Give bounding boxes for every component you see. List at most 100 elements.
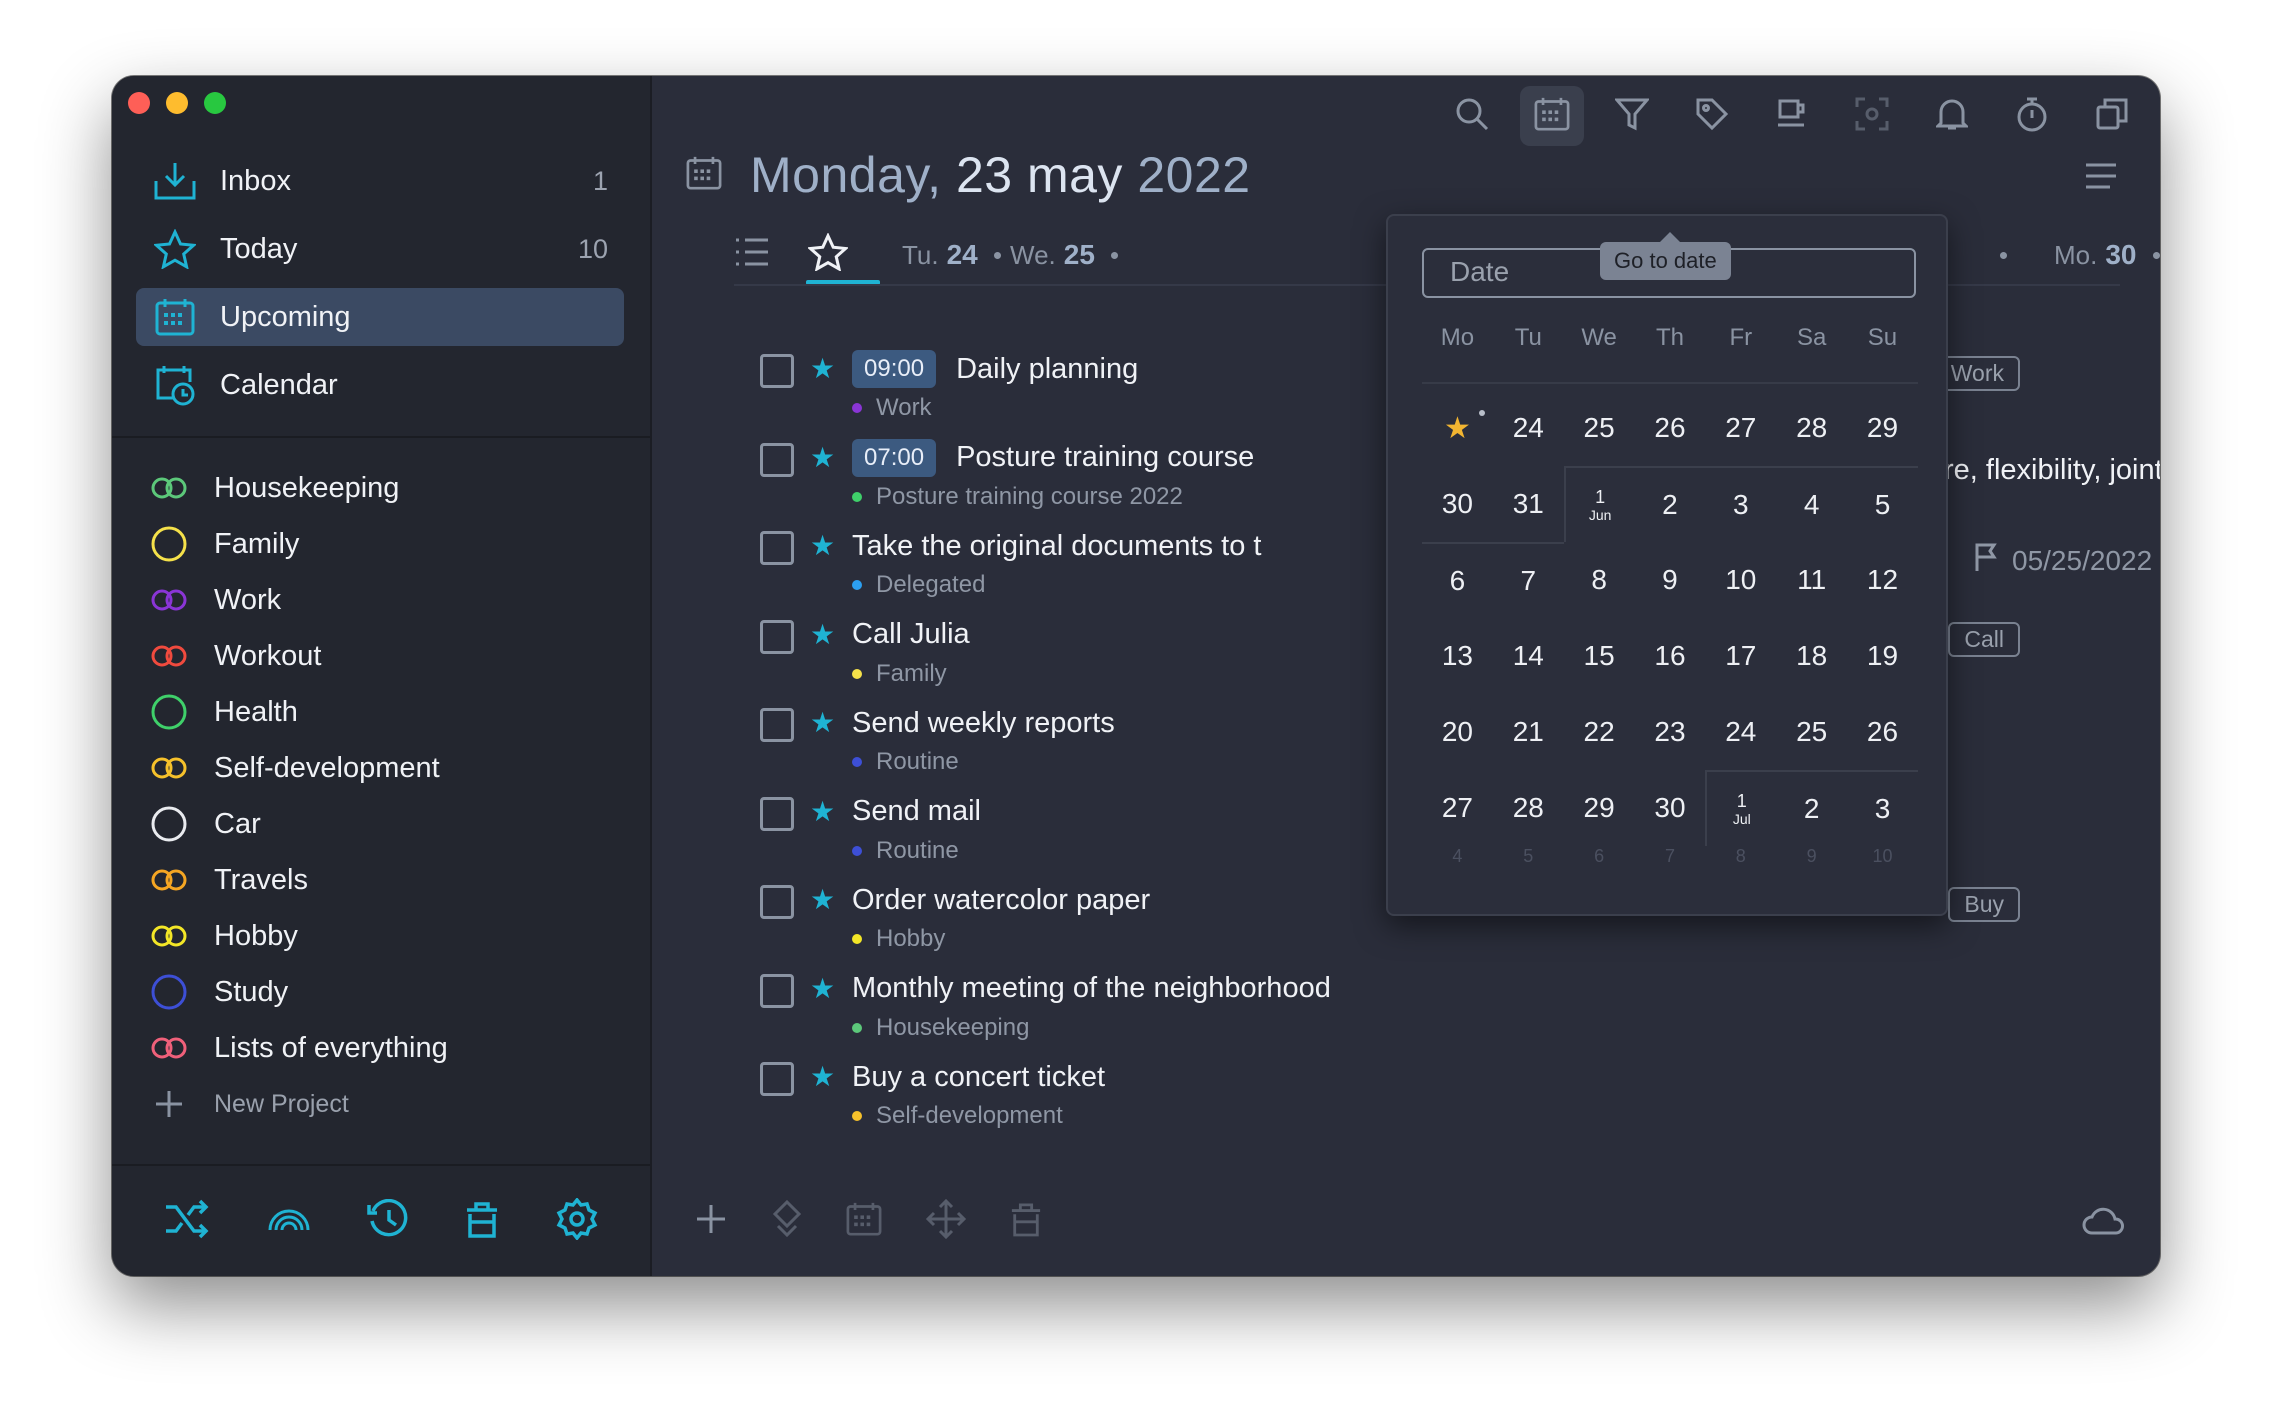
sidebar-project-item[interactable]: Travels xyxy=(146,852,616,908)
calendar-day[interactable]: 1 Jun xyxy=(1563,466,1635,542)
sidebar-project-item[interactable]: Workout xyxy=(146,628,616,684)
task-checkbox[interactable] xyxy=(760,1062,794,1096)
gear-icon[interactable] xyxy=(556,1196,598,1245)
trash-icon[interactable] xyxy=(465,1200,499,1243)
cup-button[interactable] xyxy=(1760,86,1824,146)
calendar-day[interactable]: 2 xyxy=(1634,466,1706,542)
task-checkbox[interactable] xyxy=(760,796,794,831)
calendar-day[interactable]: 29 xyxy=(1847,390,1918,466)
sidebar-project-item[interactable]: Lists of everything xyxy=(146,1020,616,1076)
calendar-day[interactable]: 24 xyxy=(1705,694,1776,770)
move-icon[interactable] xyxy=(772,1199,802,1243)
sidebar-item-upcoming[interactable]: Upcoming xyxy=(136,288,624,346)
tab-list-view[interactable] xyxy=(734,226,770,284)
calendar-day[interactable]: 12 xyxy=(1847,542,1918,618)
calendar-day[interactable]: 25 xyxy=(1564,390,1635,466)
calendar-day[interactable]: 2 xyxy=(1776,770,1848,846)
calendar-button[interactable] xyxy=(1520,86,1584,146)
focus-button[interactable] xyxy=(1840,86,1904,146)
calendar-day[interactable]: 27 xyxy=(1705,390,1776,466)
star-icon[interactable]: ★ xyxy=(810,529,835,562)
sidebar-project-item[interactable]: Self-development xyxy=(146,740,616,796)
task-tag[interactable]: Buy xyxy=(1948,887,2020,922)
rainbow-icon[interactable] xyxy=(267,1206,311,1237)
calendar-day[interactable]: 17 xyxy=(1705,618,1776,694)
task-checkbox[interactable] xyxy=(760,885,794,919)
sidebar-project-item[interactable]: Study xyxy=(146,964,616,1020)
star-icon[interactable]: ★ xyxy=(810,352,835,385)
star-icon[interactable]: ★ xyxy=(810,1060,835,1093)
star-icon[interactable]: ★ xyxy=(810,441,835,474)
calendar-day[interactable]: 30 xyxy=(1635,770,1706,846)
calendar-day[interactable]: 30 xyxy=(1422,466,1493,542)
plus-icon[interactable] xyxy=(694,1202,728,1241)
star-icon[interactable]: ★ xyxy=(810,795,835,828)
calendar-day[interactable]: 9 xyxy=(1776,846,1847,886)
calendar-day[interactable]: 7 xyxy=(1492,542,1564,618)
tab-day-25[interactable]: We. 25 xyxy=(1010,226,1118,284)
tab-day-30[interactable]: Mo. 30 xyxy=(2054,226,2160,284)
task-checkbox[interactable] xyxy=(760,531,794,565)
task-checkbox[interactable] xyxy=(760,354,794,388)
calendar-grid-icon[interactable] xyxy=(686,156,722,195)
zoom-window-button[interactable] xyxy=(204,92,226,114)
task-checkbox[interactable] xyxy=(760,973,794,1008)
calendar-day[interactable]: 21 xyxy=(1493,694,1564,770)
calendar-day[interactable]: 23 xyxy=(1635,694,1706,770)
sidebar-project-item[interactable]: Hobby xyxy=(146,908,616,964)
sidebar-project-item[interactable]: Work xyxy=(146,572,616,628)
calendar-day[interactable]: 3 xyxy=(1847,770,1918,846)
search-button[interactable] xyxy=(1440,86,1504,146)
calendar-day[interactable]: 10 xyxy=(1847,846,1918,886)
task-checkbox[interactable] xyxy=(760,619,794,654)
minimize-window-button[interactable] xyxy=(166,92,188,114)
close-window-button[interactable] xyxy=(128,92,150,114)
sidebar-project-item[interactable]: Car xyxy=(146,796,616,852)
timer-button[interactable] xyxy=(2000,86,2064,146)
calendar-day[interactable]: 11 xyxy=(1776,542,1847,618)
calendar-day[interactable]: 15 xyxy=(1564,618,1635,694)
calendar-day[interactable]: 10 xyxy=(1705,542,1776,618)
calendar-day[interactable]: 5 xyxy=(1847,466,1918,542)
tab-day-24[interactable]: Tu. 24 xyxy=(902,226,1001,284)
calendar-day[interactable]: 29 xyxy=(1564,770,1635,846)
calendar-day[interactable]: 26 xyxy=(1847,694,1918,770)
calendar-day[interactable]: 18 xyxy=(1776,618,1847,694)
shuffle-icon[interactable] xyxy=(164,1199,210,1244)
tab-today[interactable] xyxy=(806,226,850,284)
calendar-day[interactable]: 26 xyxy=(1635,390,1706,466)
star-icon[interactable]: ★ xyxy=(810,618,835,651)
calendar-day[interactable]: 25 xyxy=(1776,694,1847,770)
today-star-icon[interactable]: ★ xyxy=(1422,390,1493,466)
sidebar-project-item[interactable]: Housekeeping xyxy=(146,460,616,516)
sidebar-item-calendar[interactable]: Calendar xyxy=(136,356,624,414)
task-row[interactable]: ★ Monthly meeting of the neighborhood Hous… xyxy=(760,966,2020,1055)
cloud-sync-icon[interactable] xyxy=(2082,1205,2126,1240)
calendar-grid-icon[interactable] xyxy=(846,1202,882,1241)
calendar-day[interactable]: 22 xyxy=(1564,694,1635,770)
calendar-day[interactable]: 9 xyxy=(1635,542,1706,618)
history-icon[interactable] xyxy=(367,1198,409,1244)
calendar-day[interactable]: 13 xyxy=(1422,618,1493,694)
calendar-day[interactable]: 8 xyxy=(1564,542,1635,618)
calendar-day[interactable]: 19 xyxy=(1847,618,1918,694)
notifications-button[interactable] xyxy=(1920,86,1984,146)
calendar-day[interactable]: 14 xyxy=(1493,618,1564,694)
sidebar-item-today[interactable]: Today 10 xyxy=(136,220,624,278)
calendar-day[interactable]: 16 xyxy=(1635,618,1706,694)
calendar-day[interactable]: 20 xyxy=(1422,694,1493,770)
tab-day-hidden[interactable] xyxy=(1984,226,2007,284)
calendar-day[interactable]: 6 xyxy=(1422,542,1493,618)
task-checkbox[interactable] xyxy=(760,442,794,477)
task-tag[interactable]: Call xyxy=(1948,621,2020,657)
calendar-day[interactable]: 4 xyxy=(1776,466,1848,542)
star-icon[interactable]: ★ xyxy=(810,706,835,739)
calendar-day[interactable]: 7 xyxy=(1635,846,1706,886)
calendar-day[interactable]: 27 xyxy=(1422,770,1493,846)
sidebar-project-item[interactable]: Health xyxy=(146,684,616,740)
calendar-day[interactable]: 8 xyxy=(1705,846,1776,886)
task-row[interactable]: ★ Buy a concert ticket Self-development xyxy=(760,1054,2020,1143)
star-icon[interactable]: ★ xyxy=(810,883,835,916)
new-project-button[interactable]: New Project xyxy=(146,1076,616,1132)
sidebar-item-inbox[interactable]: Inbox 1 xyxy=(136,152,624,210)
